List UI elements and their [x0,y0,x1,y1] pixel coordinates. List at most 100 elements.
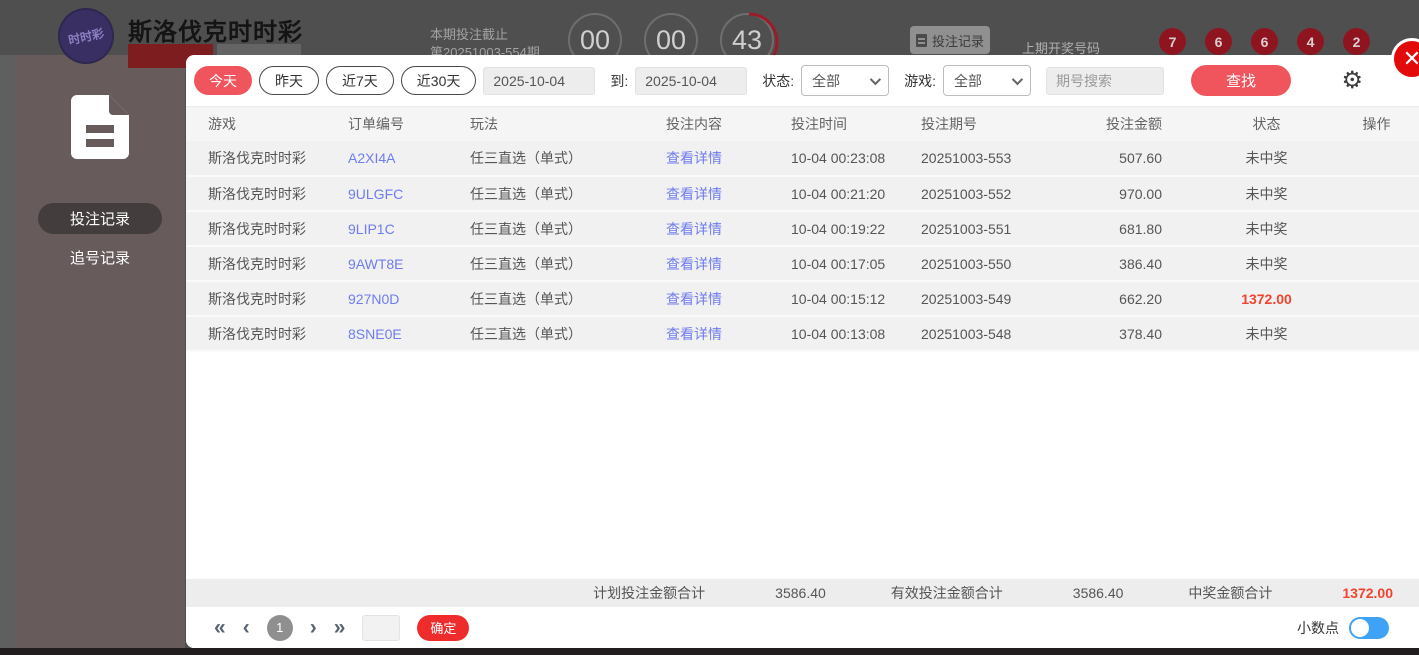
col-content: 投注内容 [644,107,769,141]
cell-bet-issue: 20251003-548 [899,316,1084,352]
view-details-link[interactable]: 查看详情 [644,316,769,352]
cell-game: 斯洛伐克时时彩 [186,246,326,282]
cell-play-type: 任三直选（单式） [448,281,644,317]
cell-bet-amount: 507.60 [1084,141,1199,177]
date-to-input[interactable] [635,66,748,95]
decimal-toggle[interactable] [1349,616,1389,639]
cell-bet-amount: 970.00 [1084,176,1199,212]
cell-play-type: 任三直选（单式） [448,246,644,282]
sidebar-item-bet-records[interactable]: 投注记录 [38,203,162,234]
table-header-row: 游戏 订单编号 玩法 投注内容 投注时间 投注期号 投注金额 状态 操作 [186,107,1419,141]
cell-status: 未中奖 [1199,211,1334,247]
cell-play-type: 任三直选（单式） [448,316,644,352]
cell-action [1334,211,1419,247]
col-time: 投注时间 [769,107,899,141]
status-label: 状态: [762,72,795,89]
col-game: 游戏 [186,107,326,141]
cell-play-type: 任三直选（单式） [448,211,644,247]
cell-bet-amount: 662.20 [1084,281,1199,317]
view-details-link[interactable]: 查看详情 [644,211,769,247]
page-left-edge [0,55,15,648]
table-empty-area [186,352,1419,579]
cell-game: 斯洛伐克时时彩 [186,141,326,177]
cell-bet-time: 10-04 00:19:22 [769,211,899,247]
chevron-down-icon [1011,73,1024,85]
last-page-icon[interactable]: » [334,617,346,638]
document-page-icon [71,95,129,159]
cell-play-type: 任三直选（单式） [448,141,644,177]
cell-play-type: 任三直选（单式） [448,176,644,212]
issue-search-input[interactable] [1046,66,1165,95]
cell-status: 1372.00 [1199,281,1334,317]
status-select-value: 全部 [812,72,841,89]
sidebar-item-chase-records[interactable]: 追号记录 [70,247,130,268]
win-total-label: 中奖金额合计 [1188,585,1273,601]
cell-bet-time: 10-04 00:13:08 [769,316,899,352]
order-number-link[interactable]: 9LIP1C [326,211,448,247]
valid-total-label: 有效投注金额合计 [890,585,1003,601]
order-number-link[interactable]: 927N0D [326,281,448,317]
prev-page-icon[interactable]: ‹ [243,617,250,638]
cell-game: 斯洛伐克时时彩 [186,281,326,317]
next-page-icon[interactable]: › [310,617,317,638]
status-select[interactable]: 全部 [801,65,890,96]
table-row: 斯洛伐克时时彩 8SNE0E 任三直选（单式） 查看详情 10-04 00:13… [186,316,1419,352]
quick-filter-today[interactable]: 今天 [194,66,252,95]
order-number-link[interactable]: 8SNE0E [326,316,448,352]
cell-bet-time: 10-04 00:23:08 [769,141,899,177]
table-row: 斯洛伐克时时彩 9ULGFC 任三直选（单式） 查看详情 10-04 00:21… [186,176,1419,212]
bet-records-button-label: 投注记录 [931,33,984,49]
page-number-input[interactable] [362,614,401,641]
order-number-link[interactable]: 9ULGFC [326,176,448,212]
cell-bet-time: 10-04 00:21:20 [769,176,899,212]
bet-records-modal: ✕ 今天 昨天 近7天 近30天 到: 状态: 全部 游戏: 全部 查找 ⚙ 游… [186,38,1419,648]
view-details-link[interactable]: 查看详情 [644,141,769,177]
filter-bar: 今天 昨天 近7天 近30天 到: 状态: 全部 游戏: 全部 查找 ⚙ [186,55,1419,107]
cell-bet-amount: 378.40 [1084,316,1199,352]
first-page-icon[interactable]: « [214,617,226,638]
col-issue: 投注期号 [899,107,1084,141]
order-number-link[interactable]: A2XI4A [326,141,448,177]
view-details-link[interactable]: 查看详情 [644,281,769,317]
valid-total-value: 3586.40 [1072,585,1124,601]
quick-filter-yesterday[interactable]: 昨天 [259,66,319,95]
view-details-link[interactable]: 查看详情 [644,176,769,212]
cell-bet-issue: 20251003-550 [899,246,1084,282]
table-row: 斯洛伐克时时彩 9LIP1C 任三直选（单式） 查看详情 10-04 00:19… [186,211,1419,247]
cell-status: 未中奖 [1199,176,1334,212]
cell-bet-amount: 386.40 [1084,246,1199,282]
game-select[interactable]: 全部 [943,65,1032,96]
decimal-label: 小数点 [1297,619,1339,636]
chevron-down-icon [869,73,882,85]
gear-icon[interactable]: ⚙ [1341,68,1363,93]
col-amount: 投注金额 [1084,107,1199,141]
page-title: 斯洛伐克时时彩 [128,19,303,46]
cell-status: 未中奖 [1199,246,1334,282]
plan-total-value: 3586.40 [775,585,826,601]
draw-ball: 6 [1251,28,1278,55]
view-details-link[interactable]: 查看详情 [644,246,769,282]
cell-status: 未中奖 [1199,141,1334,177]
records-side-nav: 投注记录 追号记录 [15,55,185,268]
cell-bet-issue: 20251003-552 [899,176,1084,212]
bet-records-button[interactable]: 投注记录 [910,26,990,54]
cell-game: 斯洛伐克时时彩 [186,316,326,352]
document-icon [915,33,927,47]
current-page-badge: 1 [266,614,293,641]
search-button[interactable]: 查找 [1191,65,1292,96]
game-select-value: 全部 [954,72,983,89]
cell-bet-issue: 20251003-549 [899,281,1084,317]
quick-filter-30days[interactable]: 近30天 [400,66,477,95]
quick-filter-7days[interactable]: 近7天 [326,66,394,95]
order-number-link[interactable]: 9AWT8E [326,246,448,282]
draw-ball: 6 [1205,28,1232,55]
date-from-input[interactable] [483,66,596,95]
cell-action [1334,176,1419,212]
cell-bet-issue: 20251003-551 [899,211,1084,247]
col-status: 状态 [1199,107,1334,141]
page-confirm-button[interactable]: 确定 [417,614,470,641]
win-total-value: 1372.00 [1342,585,1393,601]
col-play: 玩法 [448,107,644,141]
table-row: 斯洛伐克时时彩 9AWT8E 任三直选（单式） 查看详情 10-04 00:17… [186,246,1419,282]
cell-action [1334,316,1419,352]
